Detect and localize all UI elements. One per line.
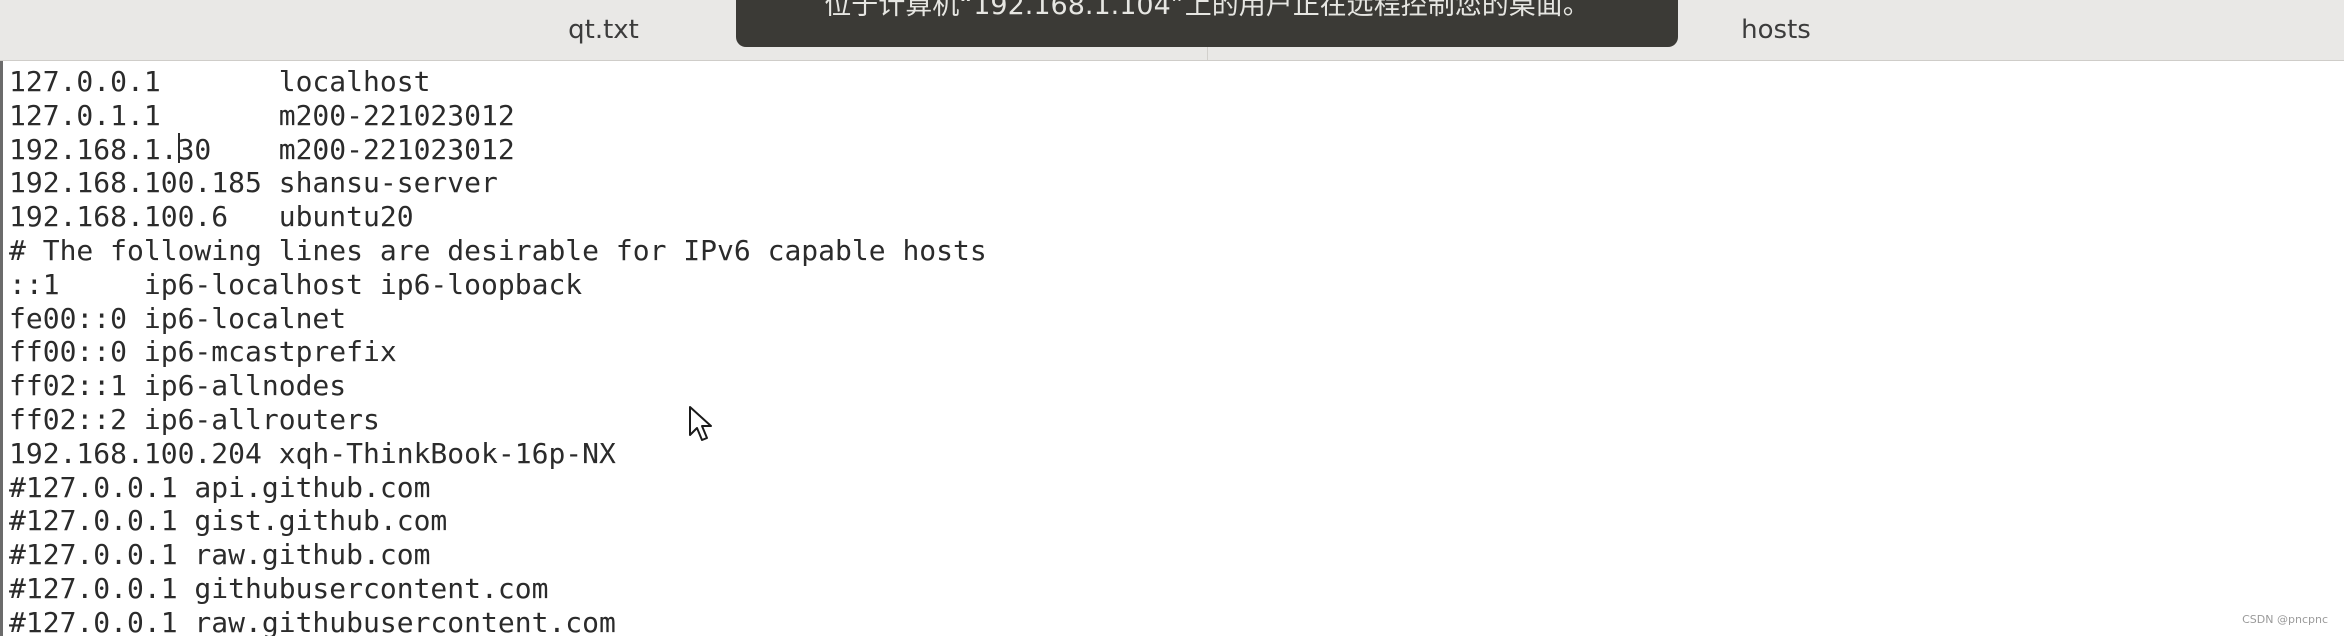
editor-line[interactable]: #127.0.0.1 gist.github.com bbox=[9, 504, 987, 538]
editor-line[interactable]: ff00::0 ip6-mcastprefix bbox=[9, 335, 987, 369]
editor-line[interactable]: #127.0.0.1 raw.github.com bbox=[9, 538, 987, 572]
remote-control-notification[interactable]: 位于计算机“192.168.1.104”上的用户正在远程控制您的桌面。 bbox=[736, 0, 1678, 47]
editor-left-border bbox=[0, 61, 3, 636]
text-editor-area[interactable]: 127.0.0.1 localhost 127.0.1.1 m200-22102… bbox=[0, 61, 2344, 636]
tab-label: hosts bbox=[1741, 15, 1811, 45]
text-editor-window: qt.txt hosts 位于计算机“192.168.1.104”上的用户正在远… bbox=[0, 0, 2344, 636]
editor-line[interactable]: fe00::0 ip6-localnet bbox=[9, 302, 987, 336]
notification-text: 位于计算机“192.168.1.104”上的用户正在远程控制您的桌面。 bbox=[824, 0, 1590, 21]
text-caret bbox=[178, 133, 180, 163]
editor-line[interactable]: 192.168.100.204 xqh-ThinkBook-16p-NX bbox=[9, 437, 987, 471]
editor-lines: 127.0.0.1 localhost 127.0.1.1 m200-22102… bbox=[9, 65, 987, 636]
mouse-pointer-icon bbox=[689, 406, 712, 441]
editor-line[interactable]: 192.168.1.30 m200-221023012 bbox=[9, 133, 987, 167]
editor-line[interactable]: ff02::2 ip6-allrouters bbox=[9, 403, 987, 437]
editor-line[interactable]: #127.0.0.1 api.github.com bbox=[9, 471, 987, 505]
editor-line[interactable]: 192.168.100.185 shansu-server bbox=[9, 166, 987, 200]
editor-line[interactable]: # The following lines are desirable for … bbox=[9, 234, 987, 268]
editor-line[interactable]: ff02::1 ip6-allnodes bbox=[9, 369, 987, 403]
editor-line[interactable]: 127.0.1.1 m200-221023012 bbox=[9, 99, 987, 133]
editor-line[interactable]: 192.168.100.6 ubuntu20 bbox=[9, 200, 987, 234]
editor-line[interactable]: ::1 ip6-localhost ip6-loopback bbox=[9, 268, 987, 302]
editor-line[interactable]: #127.0.0.1 githubusercontent.com bbox=[9, 572, 987, 606]
tab-label: qt.txt bbox=[568, 15, 639, 45]
watermark: CSDN @pncpnc bbox=[2242, 613, 2328, 626]
editor-line[interactable]: 127.0.0.1 localhost bbox=[9, 65, 987, 99]
editor-line[interactable]: #127.0.0.1 raw.githubusercontent.com bbox=[9, 606, 987, 636]
